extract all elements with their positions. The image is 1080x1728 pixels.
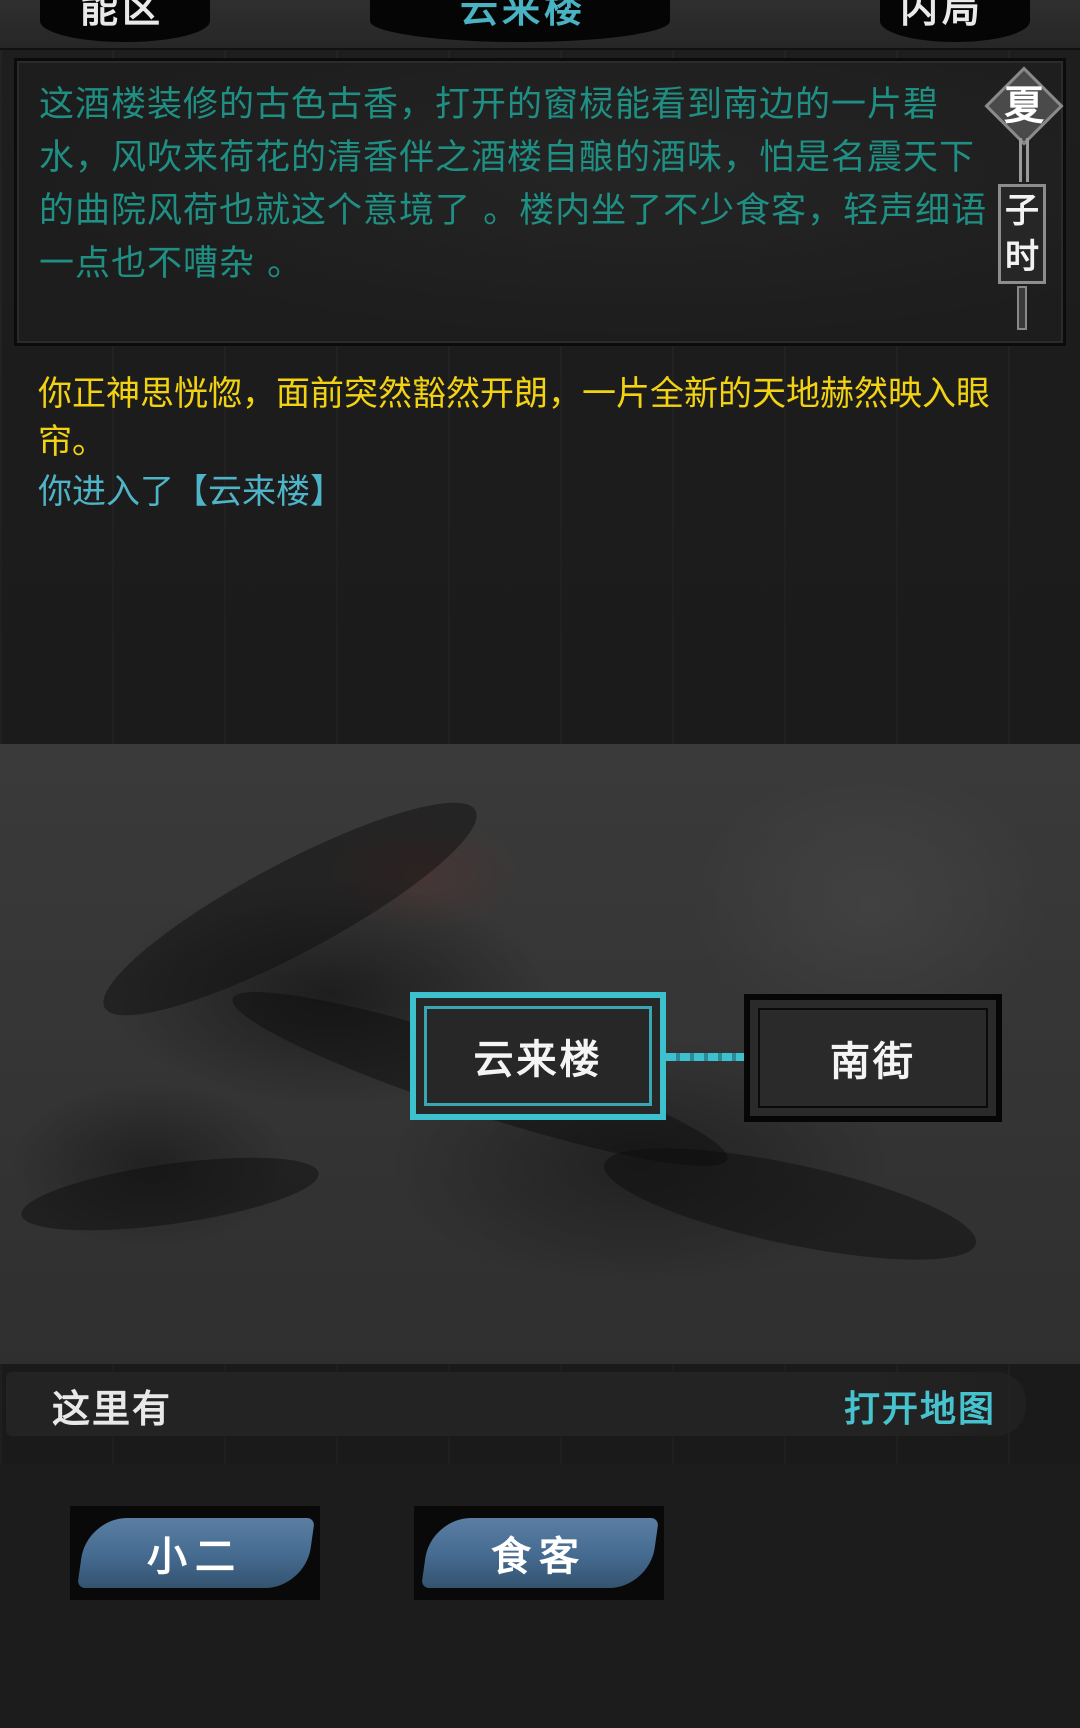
npc-button[interactable]: 食客 — [414, 1506, 664, 1600]
pendant-icon — [1017, 286, 1027, 330]
map-node-label: 云来楼 — [473, 1036, 603, 1083]
time-label: 子时 — [1005, 191, 1039, 277]
map-node-adjacent[interactable]: 南街 — [744, 994, 1002, 1122]
npc-label: 食客 — [491, 1533, 587, 1580]
header-left-text: 能区 — [80, 0, 165, 31]
npc-label: 小二 — [147, 1533, 243, 1580]
event-log: 你正神思恍惚，面前突然豁然开朗，一片全新的天地赫然映入眼帘。 你进入了【云来楼】 — [38, 370, 1038, 516]
chain-icon — [1019, 138, 1029, 182]
log-line: 你正神思恍惚，面前突然豁然开朗，一片全新的天地赫然映入眼帘。 — [38, 375, 990, 461]
ink-stroke — [17, 1143, 323, 1245]
map-node-label: 南街 — [830, 1038, 916, 1085]
season-label: 夏 — [1004, 82, 1044, 129]
game-screen: 能区 云来楼 内局 这酒楼装修的古色古香，打开的窗棂能看到南边的一片碧水，风吹来… — [0, 0, 1080, 1728]
top-header: 能区 云来楼 内局 — [0, 0, 1080, 50]
ink-stroke — [595, 1125, 985, 1283]
header-right-text: 内局 — [900, 0, 985, 31]
log-line: 你进入了【云来楼】 — [38, 473, 344, 511]
room-description-panel: 这酒楼装修的古色古香，打开的窗棂能看到南边的一片碧水，风吹来荷花的清香伴之酒楼自… — [14, 58, 1066, 346]
open-map-button[interactable]: 打开地图 — [844, 1380, 996, 1432]
npc-button[interactable]: 小二 — [70, 1506, 320, 1600]
header-title: 云来楼 — [460, 0, 587, 31]
map-node-current[interactable]: 云来楼 — [410, 992, 666, 1120]
room-description: 这酒楼装修的古色古香，打开的窗棂能看到南边的一片碧水，风吹来荷花的清香伴之酒楼自… — [39, 85, 988, 284]
map-connector — [666, 1053, 744, 1061]
here-label: 这里有 — [52, 1386, 173, 1431]
